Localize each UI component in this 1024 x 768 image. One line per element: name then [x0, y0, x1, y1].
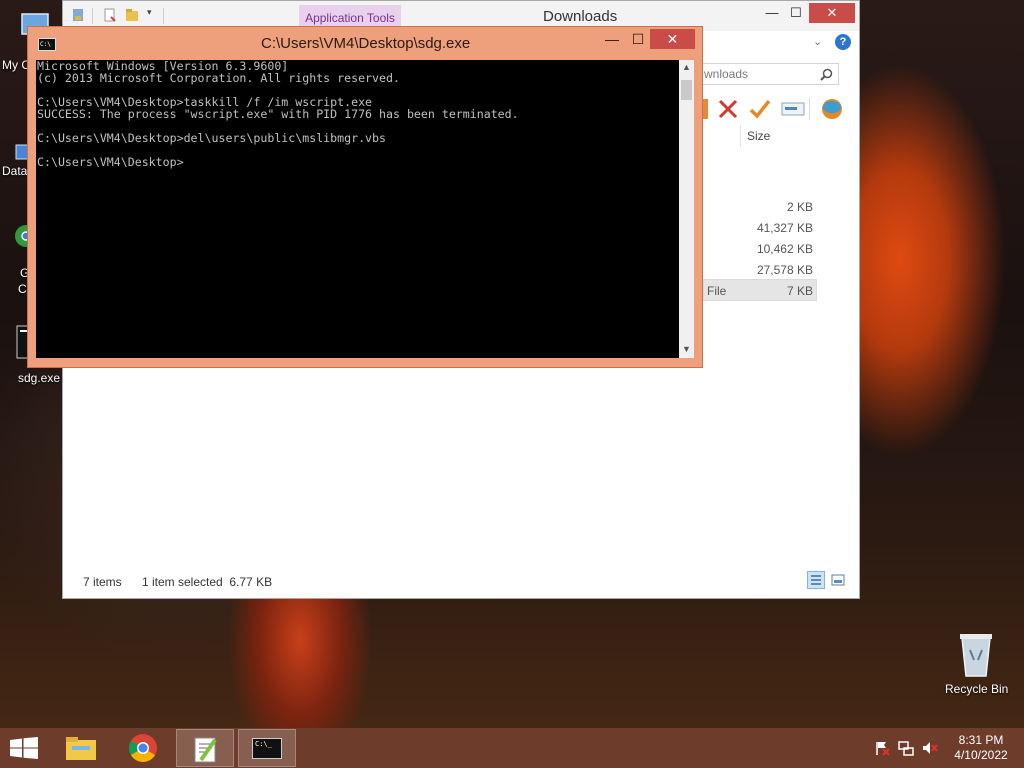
clock-time: 8:31 PM — [958, 733, 1004, 747]
console-title: C:\Users\VM4\Desktop\sdg.exe — [261, 35, 471, 52]
console-app-icon[interactable]: C:\ — [38, 38, 56, 51]
rename-icon[interactable] — [781, 99, 805, 119]
delete-icon[interactable] — [717, 98, 739, 120]
recycle-bin-icon — [960, 634, 992, 677]
new-document-icon[interactable] — [103, 8, 117, 22]
checkmark-icon[interactable] — [749, 98, 771, 120]
console-prompt: C:\Users\VM4\Desktop> — [37, 155, 184, 169]
file-explorer-icon — [66, 737, 96, 760]
search-input[interactable]: wnloads — [701, 63, 839, 85]
chrome-icon — [129, 734, 157, 762]
taskbar: C:\_ 8:31 PM 4/10/2022 — [0, 728, 1024, 768]
status-selection: 1 item selected 6.77 KB — [142, 575, 273, 589]
quick-access-divider — [163, 8, 164, 24]
file-size-cell: 41,327 KB — [756, 221, 813, 235]
clock-date: 4/10/2022 — [954, 748, 1008, 762]
notepad-plus-plus-icon — [194, 737, 217, 763]
explorer-title: Downloads — [543, 8, 618, 25]
properties-icon[interactable] — [71, 8, 85, 22]
volume-muted-icon[interactable] — [922, 740, 938, 756]
console-line: SUCCESS: The process "wscript.exe" with … — [37, 107, 519, 121]
console-close-button[interactable]: ✕ — [650, 29, 695, 49]
command-prompt-icon: C:\_ — [252, 738, 282, 759]
action-center-flag-icon[interactable] — [874, 740, 890, 756]
address-bar-tail[interactable]: ⌄ ? — [703, 32, 859, 54]
taskbar-clock[interactable]: 8:31 PM 4/10/2022 — [948, 733, 1014, 763]
ribbon-edge-icon[interactable] — [703, 99, 708, 119]
console-line: C:\Users\VM4\Desktop>del\users\public\ms… — [37, 131, 387, 145]
console-minimize-button[interactable]: — — [600, 29, 624, 49]
status-item-count: 7 items — [83, 575, 122, 589]
network-icon[interactable] — [898, 740, 914, 756]
taskbar-notepad-plus-plus-button[interactable] — [176, 729, 234, 767]
file-size-cell: 27,578 KB — [756, 263, 813, 277]
console-maximize-button[interactable]: ☐ — [626, 29, 650, 49]
taskbar-file-explorer-button[interactable] — [52, 729, 110, 767]
file-size-cell: 2 KB — [786, 200, 813, 214]
large-icons-view-icon[interactable] — [829, 571, 847, 589]
column-header-size[interactable]: Size — [747, 129, 770, 143]
chevron-down-icon[interactable]: ⌄ — [813, 35, 822, 48]
scroll-up-icon[interactable]: ▲ — [679, 62, 694, 72]
console-vertical-scrollbar[interactable]: ▲ ▼ — [679, 60, 694, 358]
file-size-cell: 10,462 KB — [756, 242, 813, 256]
start-button-windows-icon[interactable] — [10, 737, 38, 759]
file-size-cell: 7 KB — [786, 284, 813, 298]
explorer-close-button[interactable]: ✕ — [809, 3, 855, 23]
column-divider[interactable] — [740, 125, 741, 147]
help-icon[interactable]: ? — [835, 34, 851, 50]
ribbon-divider — [809, 98, 810, 120]
quick-access-dropdown-icon[interactable]: ▾ — [147, 7, 152, 18]
explorer-maximize-button[interactable]: ☐ — [781, 3, 811, 23]
console-line: (c) 2013 Microsoft Corporation. All righ… — [37, 71, 400, 85]
details-view-icon[interactable] — [807, 571, 825, 589]
console-output[interactable]: Microsoft Windows [Version 6.3.9600] (c)… — [36, 60, 679, 358]
console-window[interactable]: C:\ C:\Users\VM4\Desktop\sdg.exe — ☐ ✕ M… — [27, 26, 703, 368]
taskbar-chrome-button[interactable] — [114, 729, 172, 767]
globe-icon[interactable] — [819, 97, 845, 121]
scrollbar-thumb[interactable] — [681, 80, 692, 100]
new-folder-icon[interactable] — [125, 8, 139, 22]
search-icon[interactable] — [820, 68, 833, 81]
quick-access-divider — [92, 8, 93, 24]
ribbon-toolbar — [703, 95, 853, 123]
scroll-down-icon[interactable]: ▼ — [679, 344, 694, 354]
taskbar-command-prompt-button[interactable]: C:\_ — [238, 729, 296, 767]
